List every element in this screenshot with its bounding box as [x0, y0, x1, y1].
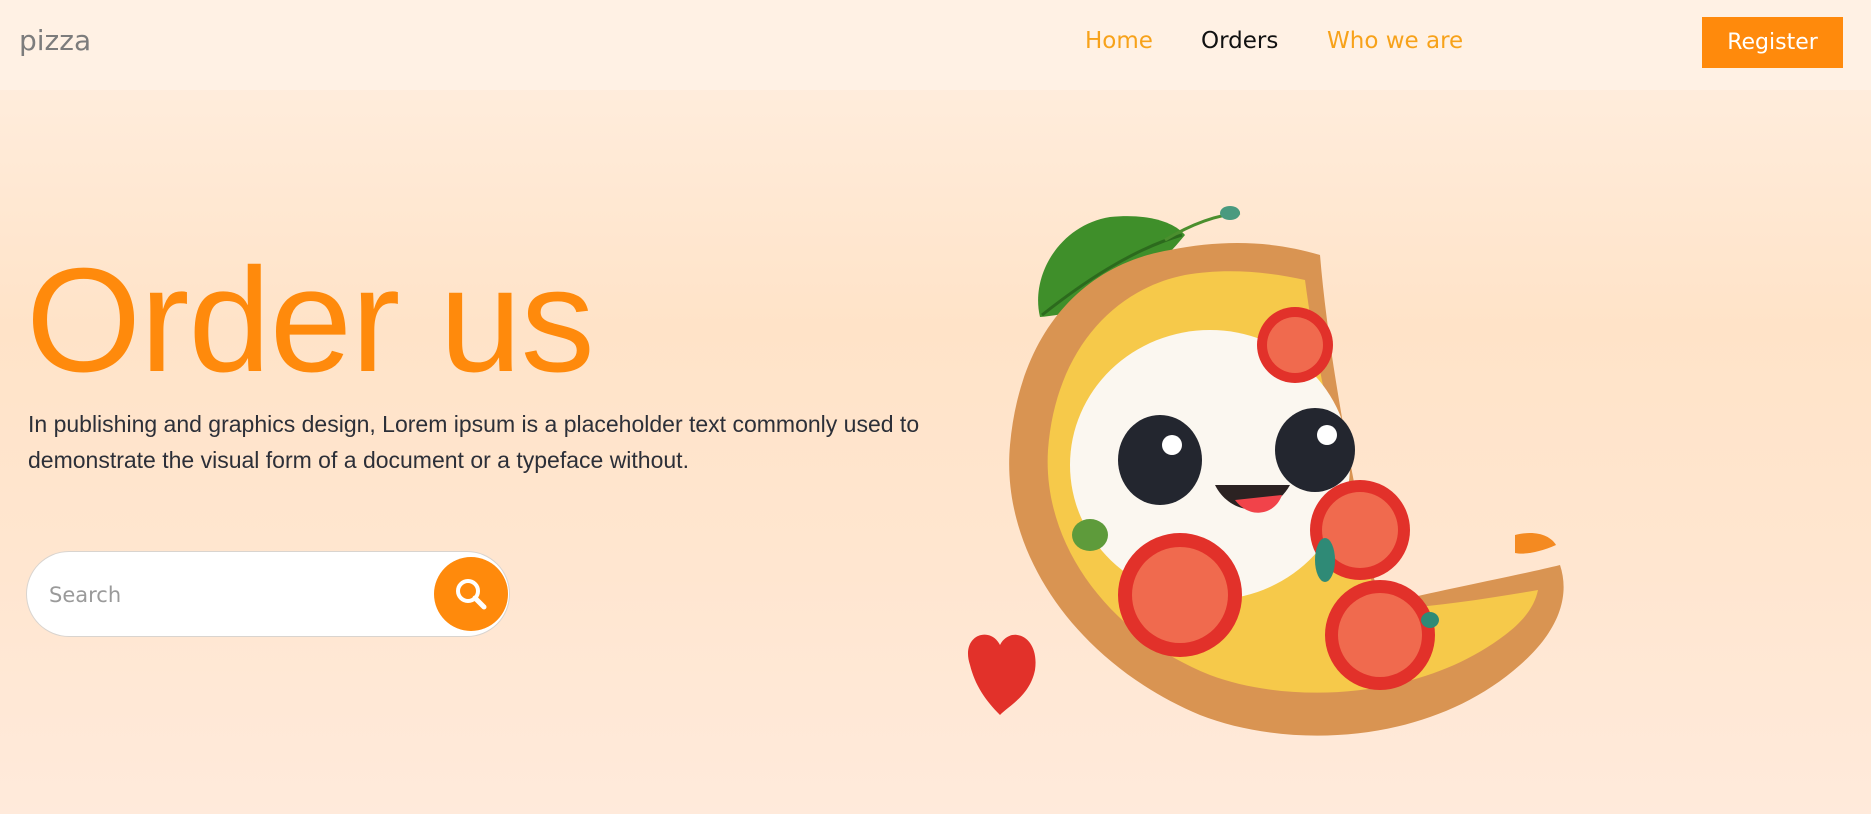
search-icon	[456, 579, 487, 610]
nav-link-home[interactable]: Home	[1085, 28, 1153, 54]
brand-logo[interactable]: pizza	[19, 24, 91, 57]
register-button[interactable]: Register	[1702, 17, 1843, 68]
hero-title: Order us	[26, 238, 595, 403]
pizza-illustration	[967, 206, 1564, 736]
search-input[interactable]	[47, 570, 421, 620]
search-button[interactable]	[434, 557, 508, 631]
nav-link-orders[interactable]: Orders	[1201, 28, 1278, 54]
heart-tomato-icon	[967, 634, 1036, 715]
hero-description: In publishing and graphics design, Lorem…	[28, 411, 920, 473]
left-eye	[1118, 415, 1202, 505]
navbar: pizza Home Orders Who we are Register	[0, 0, 1871, 90]
search-bar	[27, 552, 509, 636]
right-eye	[1275, 408, 1355, 492]
nav-link-who-we-are[interactable]: Who we are	[1327, 28, 1463, 54]
